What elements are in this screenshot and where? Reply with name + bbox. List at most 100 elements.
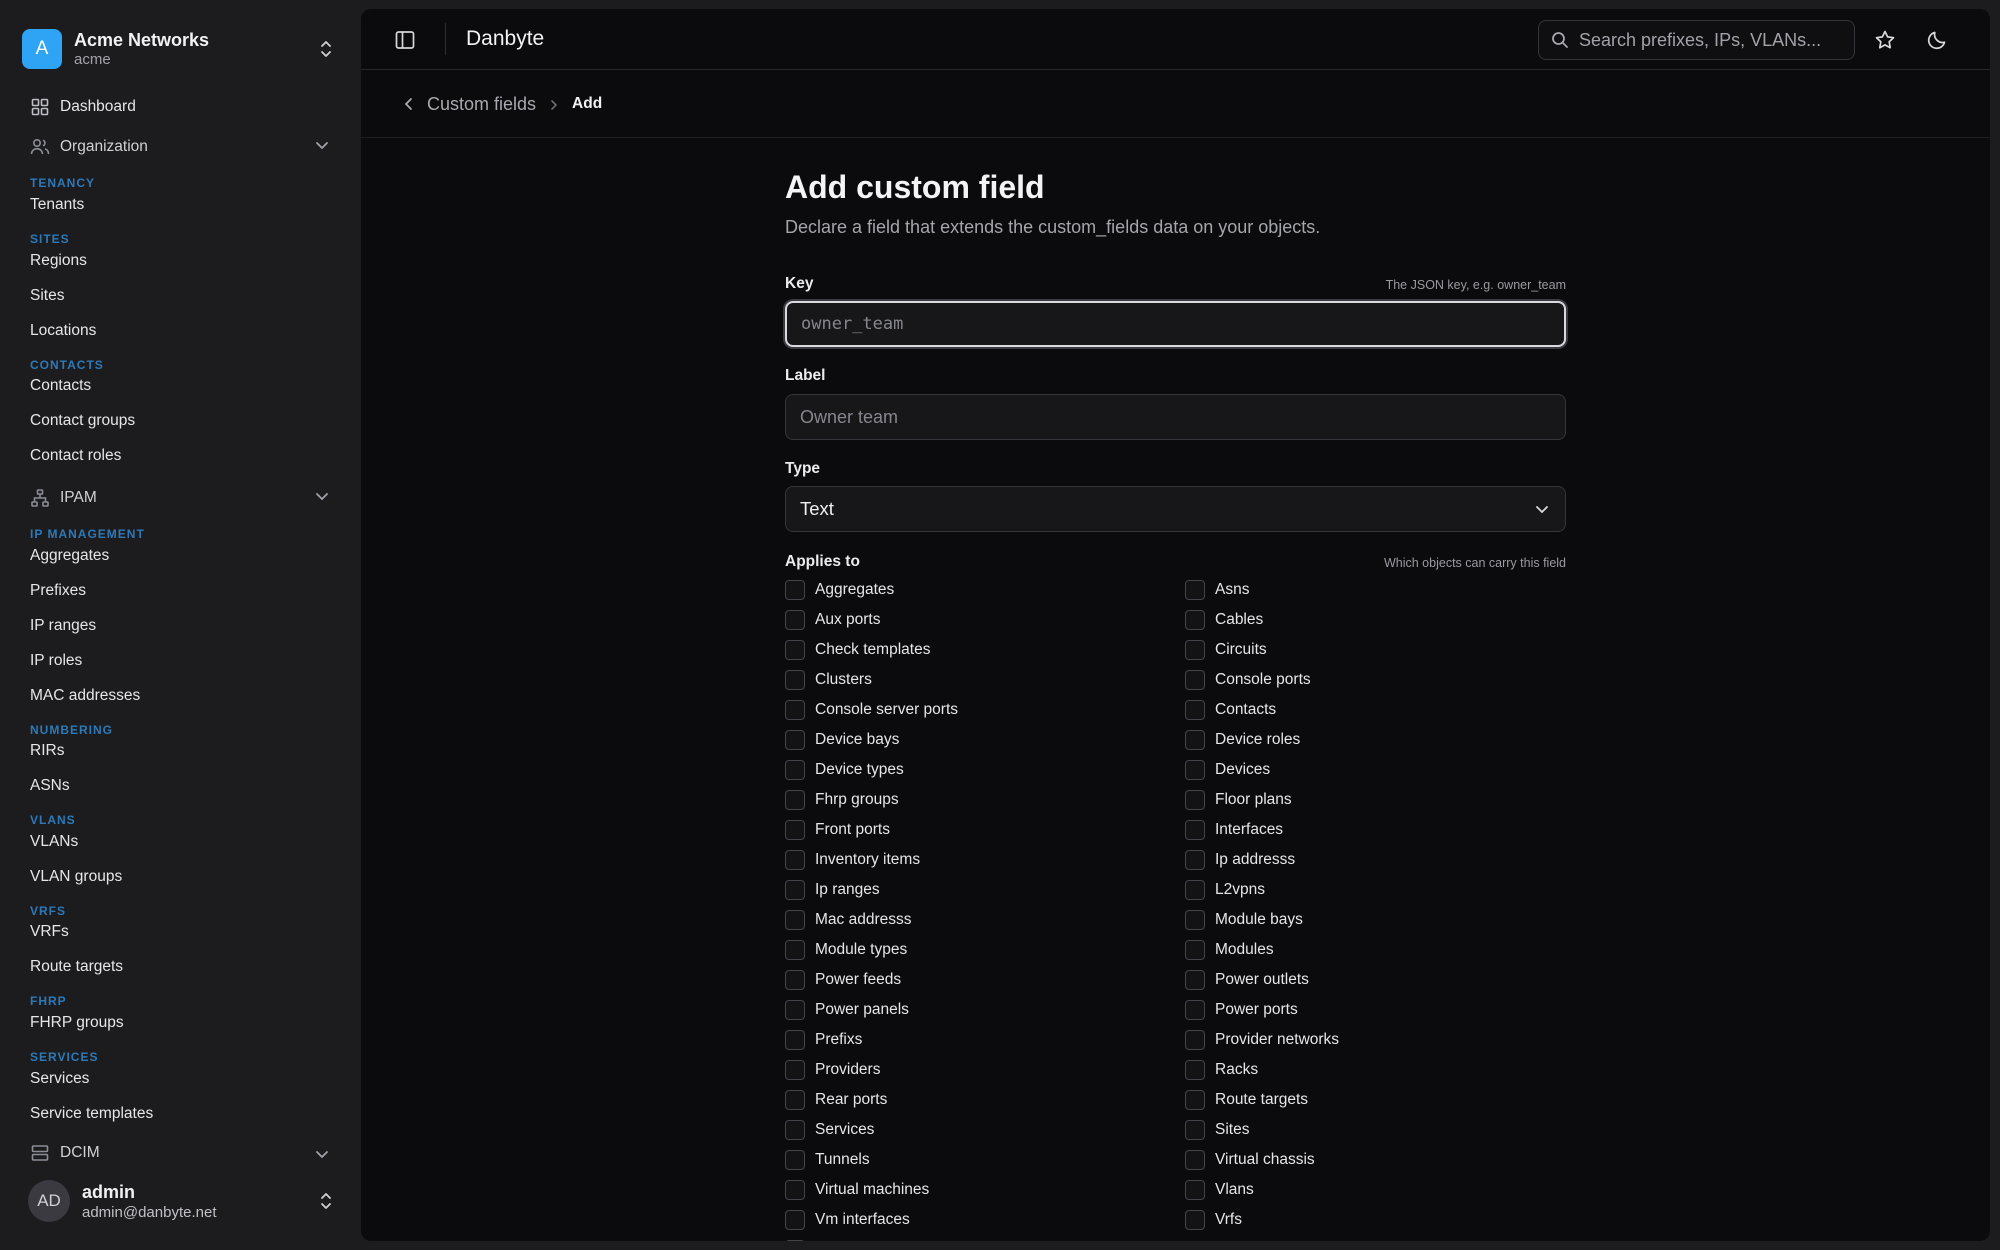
checkbox[interactable] <box>1185 640 1205 660</box>
checkbox[interactable] <box>1185 850 1205 870</box>
checkbox[interactable] <box>785 1120 805 1140</box>
checkbox[interactable] <box>1185 790 1205 810</box>
checkbox[interactable] <box>1185 910 1205 930</box>
sidebar-item-contact-groups[interactable]: Contact groups <box>30 412 135 434</box>
sidebar-item-service-templates[interactable]: Service templates <box>30 1105 153 1127</box>
checkbox[interactable] <box>1185 700 1205 720</box>
sidebar-item-dashboard[interactable]: Dashboard <box>30 95 136 119</box>
checkbox[interactable] <box>785 970 805 990</box>
checkbox[interactable] <box>1185 1120 1205 1140</box>
applies-to-option[interactable]: Asns <box>1185 579 1249 601</box>
applies-to-option[interactable]: Mac addresss <box>785 909 911 931</box>
checkbox[interactable] <box>785 640 805 660</box>
user-menu[interactable]: AD admin admin@danbyte.net <box>28 1176 336 1226</box>
sidebar-item-mac-addresses[interactable]: MAC addresses <box>30 687 140 709</box>
applies-to-option[interactable]: Module bays <box>1185 909 1303 931</box>
applies-to-option[interactable]: Front ports <box>785 819 890 841</box>
checkbox[interactable] <box>1185 1150 1205 1170</box>
sidebar-item-route-targets[interactable]: Route targets <box>30 958 123 980</box>
checkbox[interactable] <box>1185 1090 1205 1110</box>
chevron-left-icon[interactable] <box>401 96 417 112</box>
sidebar-item-contact-roles[interactable]: Contact roles <box>30 447 121 469</box>
search-input[interactable] <box>1579 29 1849 51</box>
moon-icon[interactable] <box>1926 29 1948 51</box>
checkbox[interactable] <box>785 1090 805 1110</box>
applies-to-option[interactable]: Power outlets <box>1185 969 1309 991</box>
applies-to-option[interactable]: Sites <box>1185 1119 1249 1141</box>
applies-to-option[interactable]: Interfaces <box>1185 819 1283 841</box>
applies-to-option[interactable]: Services <box>785 1119 874 1141</box>
applies-to-option[interactable]: Vrfs <box>1185 1209 1242 1231</box>
checkbox[interactable] <box>785 610 805 630</box>
applies-to-option[interactable]: Providers <box>785 1059 880 1081</box>
checkbox[interactable] <box>785 1210 805 1230</box>
checkbox[interactable] <box>785 730 805 750</box>
checkbox[interactable] <box>785 700 805 720</box>
checkbox[interactable] <box>1185 1030 1205 1050</box>
sidebar-item-sites[interactable]: Sites <box>30 287 64 309</box>
checkbox[interactable] <box>1185 970 1205 990</box>
checkbox[interactable] <box>1185 1210 1205 1230</box>
checkbox[interactable] <box>1185 880 1205 900</box>
sidebar-item-vlans[interactable]: VLANs <box>30 833 78 855</box>
applies-to-option[interactable]: Racks <box>1185 1059 1258 1081</box>
applies-to-option[interactable]: Ip ranges <box>785 879 880 901</box>
key-input[interactable] <box>785 301 1566 347</box>
applies-to-option[interactable]: Rear ports <box>785 1089 887 1111</box>
checkbox[interactable] <box>1185 1060 1205 1080</box>
sidebar-item-rirs[interactable]: RIRs <box>30 742 64 764</box>
checkbox[interactable] <box>785 880 805 900</box>
checkbox[interactable] <box>785 790 805 810</box>
global-search[interactable] <box>1538 20 1855 60</box>
star-icon[interactable] <box>1874 29 1896 51</box>
applies-to-option[interactable]: Device types <box>785 759 904 781</box>
sidebar-item-aggregates[interactable]: Aggregates <box>30 547 109 569</box>
applies-to-option[interactable]: Cables <box>1185 609 1263 631</box>
sidebar-item-fhrp-groups[interactable]: FHRP groups <box>30 1014 124 1036</box>
applies-to-option[interactable]: Ip addresss <box>1185 849 1295 871</box>
checkbox[interactable] <box>785 1000 805 1020</box>
applies-to-option[interactable]: Clusters <box>785 669 872 691</box>
sidebar-item-ip-ranges[interactable]: IP ranges <box>30 617 96 639</box>
applies-to-option[interactable]: Vlans <box>1185 1179 1254 1201</box>
applies-to-option[interactable]: Wireless lans <box>785 1239 907 1241</box>
applies-to-option[interactable]: Module types <box>785 939 907 961</box>
applies-to-option[interactable]: Fhrp groups <box>785 789 899 811</box>
applies-to-option[interactable]: Console server ports <box>785 699 958 721</box>
checkbox[interactable] <box>785 910 805 930</box>
applies-to-option[interactable]: Tunnels <box>785 1149 870 1171</box>
checkbox[interactable] <box>785 1240 805 1241</box>
applies-to-option[interactable]: Check templates <box>785 639 930 661</box>
sidebar-toggle-icon[interactable] <box>394 29 416 51</box>
checkbox[interactable] <box>785 1030 805 1050</box>
checkbox[interactable] <box>785 1150 805 1170</box>
applies-to-option[interactable]: Virtual machines <box>785 1179 929 1201</box>
sidebar-item-contacts[interactable]: Contacts <box>30 377 91 399</box>
applies-to-option[interactable]: Device roles <box>1185 729 1300 751</box>
type-select[interactable]: Text <box>785 486 1566 532</box>
applies-to-option[interactable]: Route targets <box>1185 1089 1308 1111</box>
org-switcher[interactable]: A Acme Networks acme <box>22 24 336 74</box>
applies-to-option[interactable]: Vm interfaces <box>785 1209 910 1231</box>
applies-to-option[interactable]: Modules <box>1185 939 1274 961</box>
checkbox[interactable] <box>1185 670 1205 690</box>
applies-to-option[interactable]: Power feeds <box>785 969 901 991</box>
applies-to-option[interactable]: Contacts <box>1185 699 1276 721</box>
sidebar-item-asns[interactable]: ASNs <box>30 777 70 799</box>
applies-to-option[interactable]: Inventory items <box>785 849 920 871</box>
sidebar-item-locations[interactable]: Locations <box>30 322 96 344</box>
checkbox[interactable] <box>785 850 805 870</box>
applies-to-option[interactable]: Aux ports <box>785 609 880 631</box>
applies-to-option[interactable]: Provider networks <box>1185 1029 1339 1051</box>
applies-to-option[interactable]: Power ports <box>1185 999 1298 1021</box>
checkbox[interactable] <box>785 580 805 600</box>
applies-to-option[interactable]: L2vpns <box>1185 879 1265 901</box>
sidebar-item-vrfs[interactable]: VRFs <box>30 923 69 945</box>
sidebar-item-services[interactable]: Services <box>30 1070 89 1092</box>
checkbox[interactable] <box>785 760 805 780</box>
checkbox[interactable] <box>1185 610 1205 630</box>
applies-to-option[interactable]: Virtual chassis <box>1185 1149 1315 1171</box>
breadcrumb-custom-fields[interactable]: Custom fields <box>427 94 536 115</box>
checkbox[interactable] <box>785 940 805 960</box>
sidebar-group-dcim[interactable]: DCIM <box>30 1143 330 1163</box>
